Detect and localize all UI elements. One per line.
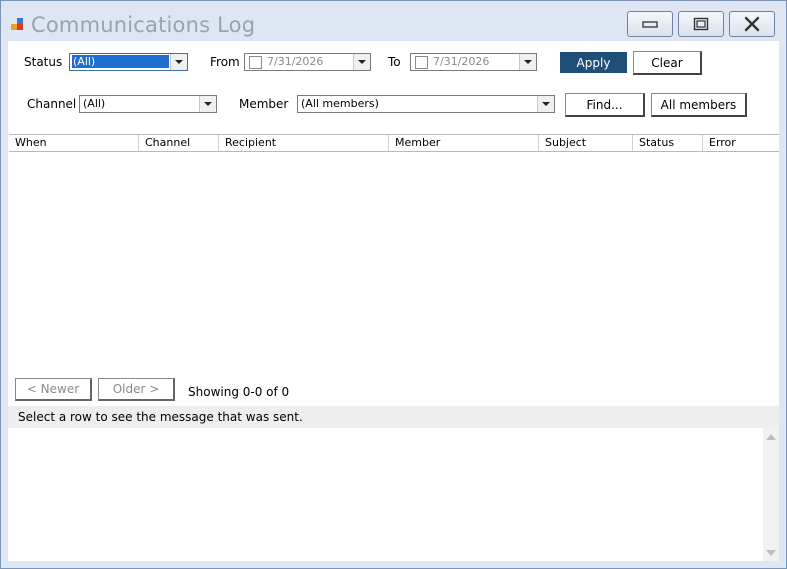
from-date-checkbox[interactable]	[249, 56, 262, 69]
chevron-down-icon[interactable]	[537, 96, 554, 112]
app-icon	[11, 18, 23, 30]
log-grid-body[interactable]	[9, 152, 779, 374]
chevron-down-icon[interactable]	[353, 54, 370, 70]
scroll-down-icon[interactable]	[766, 550, 776, 556]
to-date-checkbox[interactable]	[415, 56, 428, 69]
status-value: (All)	[72, 55, 169, 68]
to-label: To	[388, 55, 401, 69]
channel-value: (All)	[83, 97, 106, 110]
clear-button[interactable]: Clear	[633, 51, 702, 75]
channel-dropdown[interactable]: (All)	[79, 95, 217, 113]
client-area: Status (All) From 7/31/2026 To 7/31/2026…	[8, 41, 779, 561]
column-header-status[interactable]: Status	[633, 135, 703, 151]
window-title: Communications Log	[31, 13, 256, 37]
apply-button[interactable]: Apply	[560, 52, 627, 73]
column-header-error[interactable]: Error	[703, 135, 779, 151]
message-preview-pane[interactable]	[8, 428, 779, 561]
minimize-icon	[642, 21, 658, 28]
title-bar[interactable]: Communications Log	[1, 1, 786, 41]
from-date-value: 7/31/2026	[267, 55, 324, 68]
chevron-down-icon[interactable]	[170, 54, 187, 70]
chevron-down-icon[interactable]	[199, 96, 216, 112]
detail-hint-bar: Select a row to see the message that was…	[8, 406, 779, 428]
column-header-recipient[interactable]: Recipient	[219, 135, 389, 151]
all-members-button[interactable]: All members	[651, 93, 747, 117]
status-label: Status	[24, 55, 63, 69]
maximize-button[interactable]	[678, 11, 724, 37]
member-dropdown[interactable]: (All members)	[297, 95, 555, 113]
column-header-channel[interactable]: Channel	[139, 135, 219, 151]
main-window: Communications Log Status (All) From 7/3…	[0, 0, 787, 569]
close-button[interactable]	[729, 11, 775, 37]
from-date-picker[interactable]: 7/31/2026	[244, 53, 371, 71]
newer-page-button[interactable]: < Newer	[15, 378, 92, 401]
older-page-button[interactable]: Older >	[98, 378, 175, 401]
member-label: Member	[239, 97, 289, 111]
close-icon	[744, 16, 760, 32]
minimize-button[interactable]	[627, 11, 673, 37]
log-grid-header: When Channel Recipient Member Subject St…	[9, 134, 779, 152]
find-member-button[interactable]: Find...	[565, 93, 645, 117]
to-date-value: 7/31/2026	[433, 55, 490, 68]
column-header-member[interactable]: Member	[389, 135, 539, 151]
status-dropdown[interactable]: (All)	[69, 53, 188, 71]
column-header-subject[interactable]: Subject	[539, 135, 633, 151]
member-value: (All members)	[301, 97, 379, 110]
detail-hint-text: Select a row to see the message that was…	[18, 410, 303, 424]
scroll-up-icon[interactable]	[766, 434, 776, 440]
vertical-scrollbar[interactable]	[763, 428, 779, 561]
maximize-icon	[693, 17, 709, 31]
chevron-down-icon[interactable]	[519, 54, 536, 70]
channel-label: Channel	[27, 97, 77, 111]
column-header-when[interactable]: When	[9, 135, 139, 151]
from-label: From	[210, 55, 240, 69]
paging-status: Showing 0-0 of 0	[188, 385, 290, 399]
to-date-picker[interactable]: 7/31/2026	[410, 53, 537, 71]
